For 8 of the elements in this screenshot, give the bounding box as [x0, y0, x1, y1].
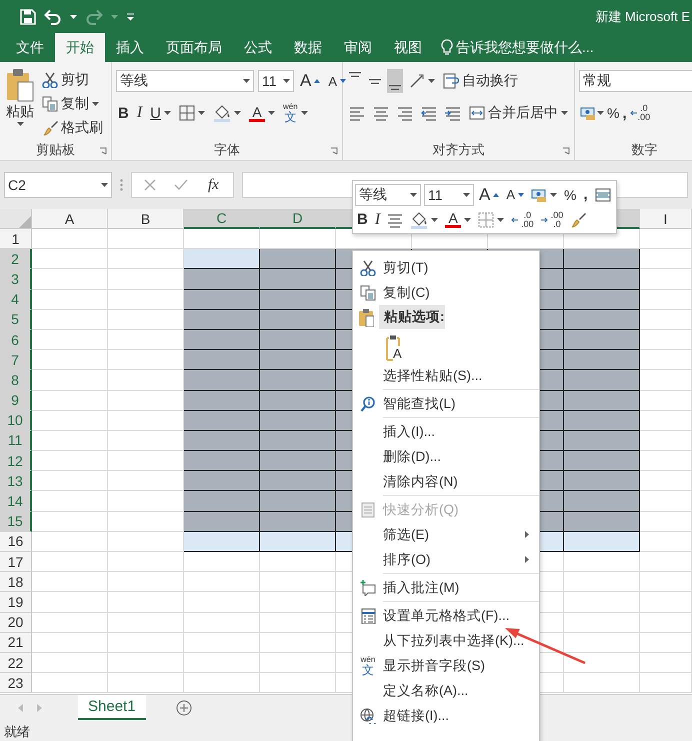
menu-section-heading: 粘贴选项: [379, 305, 444, 329]
group-label: 字体 [214, 141, 240, 159]
status-text: 就绪 [4, 722, 30, 740]
group-label: 数字 [632, 141, 658, 159]
phonetic-icon: wén 文 [360, 656, 376, 676]
group-label: 剪贴板 [36, 141, 75, 159]
group-label: 对齐方式 [432, 141, 484, 159]
window-title: 新建 Microsoft E [595, 8, 690, 26]
